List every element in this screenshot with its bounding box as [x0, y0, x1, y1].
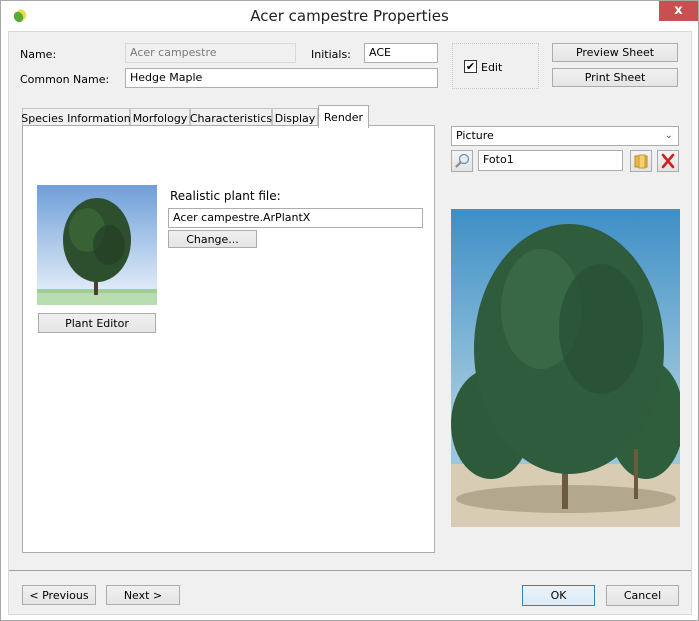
zoom-picture-button[interactable]	[451, 150, 473, 172]
picture-name-field[interactable]: Foto1	[478, 150, 623, 171]
initials-label: Initials:	[311, 48, 351, 61]
ok-button[interactable]: OK	[522, 585, 595, 606]
picture-type-select[interactable]: Picture ⌄	[451, 126, 679, 146]
common-name-field[interactable]: Hedge Maple	[125, 68, 438, 88]
realistic-plant-file-label: Realistic plant file:	[170, 189, 281, 203]
print-sheet-button[interactable]: Print Sheet	[552, 68, 678, 87]
edit-checkbox[interactable]: ✔	[464, 60, 477, 73]
tree-photo-image	[451, 209, 680, 527]
common-name-label: Common Name:	[20, 73, 110, 86]
window-title: Acer campestre Properties	[250, 7, 449, 25]
chevron-down-icon: ⌄	[664, 130, 673, 141]
preview-sheet-button[interactable]: Preview Sheet	[552, 43, 678, 62]
delete-picture-button[interactable]	[657, 150, 679, 172]
cancel-button[interactable]: Cancel	[606, 585, 679, 606]
delete-x-icon	[661, 153, 675, 169]
plant-3d-preview-image	[37, 185, 157, 305]
next-button[interactable]: Next >	[106, 585, 180, 605]
tab-render[interactable]: Render	[318, 105, 369, 128]
title-bar: Acer campestre Properties x	[1, 1, 698, 31]
close-button[interactable]: x	[659, 1, 698, 21]
change-file-button[interactable]: Change...	[168, 230, 257, 248]
render-tab-panel: Plant Editor Realistic plant file: Acer …	[22, 125, 435, 553]
picture-type-value: Picture	[456, 129, 494, 142]
browse-picture-button[interactable]	[630, 150, 652, 172]
dialog-client: Name: Acer campestre Initials: ACE Commo…	[8, 31, 692, 615]
name-label: Name:	[20, 48, 57, 61]
properties-window: Acer campestre Properties x Name: Acer c…	[0, 0, 699, 621]
previous-button[interactable]: < Previous	[22, 585, 96, 605]
folder-icon	[634, 154, 648, 169]
edit-label: Edit	[481, 61, 503, 74]
magnifier-icon	[455, 153, 470, 168]
realistic-plant-file-field[interactable]: Acer campestre.ArPlantX	[168, 208, 423, 228]
name-field[interactable]: Acer campestre	[125, 43, 296, 63]
initials-field[interactable]: ACE	[364, 43, 438, 63]
plant-editor-button[interactable]: Plant Editor	[38, 313, 156, 333]
footer-separator	[9, 570, 691, 571]
